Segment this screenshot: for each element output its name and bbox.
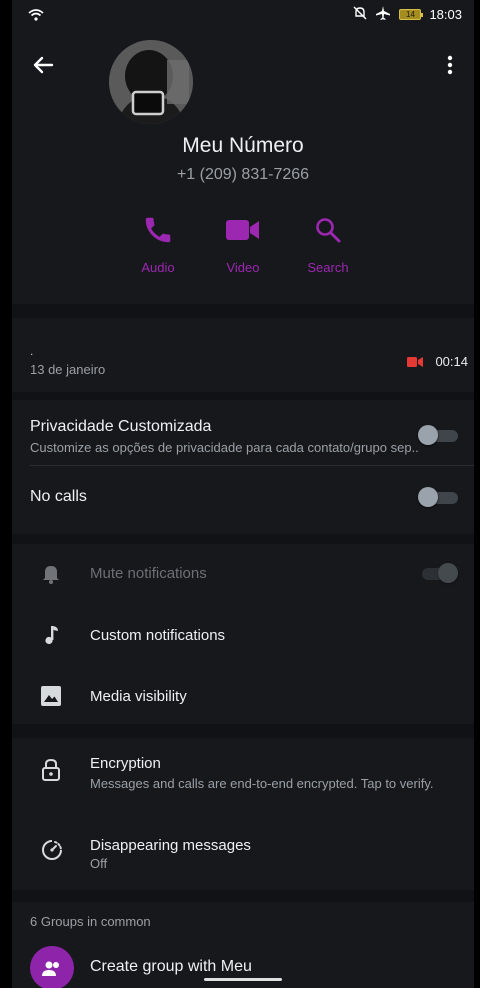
group-add-icon	[42, 961, 59, 976]
call-log-date: 13 de janeiro	[30, 362, 106, 377]
video-label: Video	[226, 260, 260, 275]
disappearing-messages-status: Off	[90, 856, 108, 871]
phone-icon	[145, 217, 171, 243]
encryption-title: Encryption	[90, 755, 161, 772]
section-divider	[12, 304, 474, 318]
video-camera-icon	[226, 220, 259, 240]
screen: 14 18:03 Meu Número +1 (209) 831-7266 Au…	[12, 0, 474, 988]
create-group-avatar	[30, 946, 74, 988]
privacy-subtitle: Customize as opções de privacidade para …	[30, 440, 420, 455]
more-options-button[interactable]	[442, 54, 458, 76]
music-note-icon	[40, 624, 62, 646]
privacy-toggle[interactable]	[418, 425, 458, 445]
mute-notifications-title: Mute notifications	[90, 565, 207, 582]
bell-icon	[40, 562, 62, 584]
search-icon	[316, 218, 341, 243]
call-log-marker: .	[30, 344, 34, 358]
more-vertical-icon	[447, 55, 453, 75]
search-label: Search	[307, 260, 349, 275]
missed-video-call-icon	[407, 355, 423, 373]
audio-label: Audio	[141, 260, 175, 275]
search-button[interactable]: Search	[288, 212, 368, 275]
video-call-button[interactable]: Video	[203, 212, 283, 275]
contact-phone: +1 (209) 831-7266	[176, 166, 310, 183]
audio-call-button[interactable]: Audio	[118, 212, 198, 275]
dnd-off-icon	[353, 6, 367, 23]
privacy-title: Privacidade Customizada	[30, 418, 212, 435]
avatar-photo	[109, 40, 193, 124]
no-calls-title: No calls	[30, 488, 87, 505]
contact-name: Meu Número	[182, 134, 304, 157]
back-button[interactable]	[30, 52, 56, 78]
clock: 18:03	[429, 7, 462, 22]
status-bar: 14 18:03	[12, 0, 474, 30]
section-divider	[12, 890, 474, 902]
mute-toggle[interactable]	[418, 563, 458, 583]
encryption-subtitle: Messages and calls are end-to-end encryp…	[90, 776, 434, 791]
timer-icon	[40, 838, 62, 860]
section-divider	[12, 392, 474, 400]
groups-in-common-header: 6 Groups in common	[30, 914, 151, 929]
row-divider	[30, 465, 474, 466]
no-calls-toggle[interactable]	[418, 487, 458, 507]
media-visibility-title: Media visibility	[90, 688, 187, 705]
arrow-left-icon	[33, 56, 54, 74]
section-divider	[12, 534, 474, 544]
wifi-icon	[28, 8, 44, 26]
battery-icon: 14	[399, 9, 424, 20]
call-log-duration: 00:14	[435, 354, 468, 369]
disappearing-messages-title: Disappearing messages	[90, 837, 251, 854]
airplane-icon	[375, 6, 391, 23]
create-group-label: Create group with Meu	[90, 958, 252, 975]
profile-avatar[interactable]	[109, 40, 193, 124]
custom-notifications-title: Custom notifications	[90, 627, 226, 644]
section-divider	[12, 724, 474, 738]
image-icon	[40, 685, 62, 707]
home-indicator[interactable]	[204, 978, 282, 981]
lock-icon	[40, 758, 62, 781]
